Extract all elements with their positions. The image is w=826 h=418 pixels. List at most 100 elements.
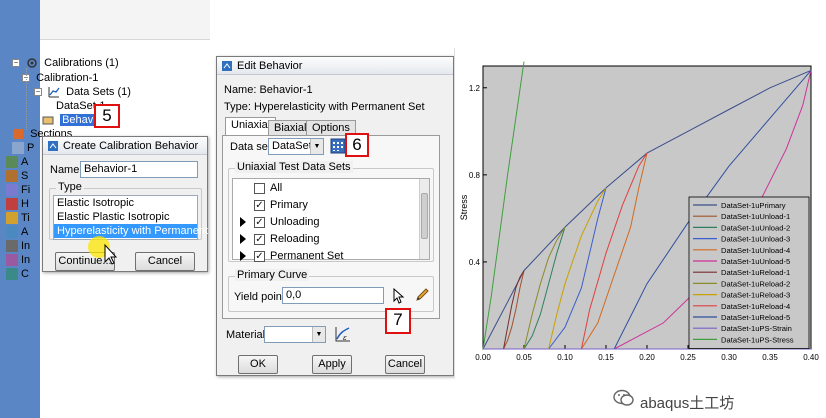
svg-text:ε: ε [343,334,347,342]
name-input[interactable]: Behavior-1 [80,161,198,178]
dataset-check-unloading[interactable]: ✓ Unloading [240,214,320,230]
scrollbar-thumb[interactable] [421,193,428,239]
material-curve-icon[interactable]: ε [334,325,352,343]
type-list[interactable]: Elastic Isotropic Elastic Plastic Isotro… [53,195,228,240]
legend-entry: DataSet-1uReload-4 [721,302,790,311]
x-tick-label: 0.25 [680,353,696,362]
checkbox[interactable]: ✓ [254,250,265,262]
y-tick-label: 1.2 [469,84,481,93]
legend-entry: DataSet-1uUnload-2 [721,223,790,232]
tree-item-partial[interactable]: In [6,239,30,253]
yield-point-input[interactable]: 0,0 [282,287,384,304]
tree-item-calibration-1[interactable]: − Calibration-1 [22,71,98,85]
tree-item-datasets[interactable]: − Data Sets (1) [34,85,131,99]
cancel-button[interactable]: Cancel [385,355,425,374]
material-select[interactable]: ▼ [264,326,326,343]
expand-arrow-icon[interactable] [240,217,246,228]
expand-arrow-icon[interactable] [240,251,246,262]
dataset-check-permanent-set[interactable]: ✓ Permanent Set [240,248,343,264]
tree-node-icon [6,226,18,239]
dataset-select[interactable]: DataSet-1 ▼ [268,138,324,155]
type-item-hyperelasticity-permanent-set[interactable]: Hyperelasticity with Permanent Set [54,224,228,238]
checkbox[interactable]: ✓ [254,199,265,211]
x-tick-label: 0.35 [762,353,778,362]
dataset-check-all[interactable]: All [254,180,282,196]
app-icon [48,141,58,151]
chevron-down-icon[interactable]: ▼ [312,327,325,342]
dialog-titlebar: Create Calibration Behavior [43,137,207,155]
tree-node-icon [6,254,18,267]
name-label: Name: [50,164,83,176]
cursor-highlight [88,236,118,265]
tree-node-icon [12,142,24,155]
behavior-icon [42,116,54,125]
x-tick-label: 0.30 [721,353,737,362]
cancel-button[interactable]: Cancel [135,252,195,271]
legend-entry: DataSet-1uReload-2 [721,279,790,288]
tree-item-partial[interactable]: C [6,267,29,281]
collapse-icon[interactable]: − [34,88,42,97]
dataset-manager-icon[interactable] [330,138,346,154]
legend-entry: DataSet-1uUnload-1 [721,212,790,221]
tree-node-icon [6,198,18,211]
apply-button[interactable]: Apply [312,355,352,374]
dialog-titlebar: Edit Behavior [217,57,453,75]
pick-cursor-icon[interactable] [393,288,405,304]
type-item-elastic-plastic-isotropic[interactable]: Elastic Plastic Isotropic [54,210,197,224]
material-label: Material: [226,329,269,341]
legend-entry: DataSet-1uUnload-5 [721,257,790,266]
legend-entry: DataSet-1uReload-3 [721,291,790,300]
checkbox[interactable]: ✓ [254,216,265,228]
dataset-check-reloading[interactable]: ✓ Reloading [240,231,320,247]
tree-node-icon [6,170,18,183]
tree-item-partial[interactable]: S [6,169,28,183]
tree-node-icon [6,240,18,253]
y-tick-label: 0.8 [469,171,481,180]
x-tick-label: 0.00 [475,353,491,362]
tree-item-calibrations[interactable]: − Calibrations (1) [12,56,119,70]
behavior-type-text: Type: Hyperelasticity with Permanent Set [224,101,425,113]
legend-entry: DataSet-1uReload-5 [721,313,790,322]
calibration-icon [27,58,37,68]
list-scrollbar[interactable] [419,179,429,259]
app-icon [222,61,232,71]
x-tick-label: 0.10 [557,353,573,362]
type-item-elastic-isotropic[interactable]: Elastic Isotropic [54,196,197,210]
yield-point-label: Yield point: [234,291,289,303]
legend-entry: DataSet-1uPS-Stress [721,335,794,344]
tree-item-partial[interactable]: Ti [6,211,30,225]
ok-button[interactable]: OK [238,355,278,374]
collapse-icon[interactable]: − [12,59,20,68]
checkbox[interactable]: ✓ [254,233,265,245]
chevron-down-icon[interactable]: ▼ [310,139,323,154]
tree-item-partial[interactable]: H [6,197,29,211]
behavior-name-text: Name: Behavior-1 [224,84,313,96]
xy-plot-viewport: 0.00 0.05 0.10 0.15 0.20 0.25 0.30 0.35 0.40 0.4 0… [454,48,826,378]
expand-arrow-icon[interactable] [240,234,246,245]
legend-entry: DataSet-1uReload-1 [721,268,790,277]
y-axis-label: Stress [459,194,469,220]
xy-data-icon [48,87,60,98]
x-tick-label: 0.05 [516,353,532,362]
checkbox[interactable] [254,182,265,194]
tree-node-icon [6,156,18,169]
legend-entry: DataSet-1uPS-Strain [721,324,792,333]
x-tick-label: 0.20 [639,353,655,362]
y-tick-label: 0.4 [469,258,481,267]
legend-entry: DataSet-1uUnload-4 [721,246,790,255]
callout-6: 6 [345,133,369,157]
create-calibration-behavior-dialog: Create Calibration Behavior Name: Behavi… [42,136,228,272]
tree-item-partial[interactable]: In [6,253,30,267]
watermark-text: abaqus土工坊 [640,395,735,412]
legend-entry: DataSet-1uPrimary [721,201,786,210]
tree-item-partial[interactable]: A [6,225,28,239]
tree-node-icon [6,268,18,281]
tree-item-partial[interactable]: P [12,141,34,155]
pencil-icon[interactable] [414,287,430,303]
tree-item-partial[interactable]: A [6,155,28,169]
dataset-check-primary[interactable]: ✓ Primary [254,197,308,213]
tree-item-partial[interactable]: Fi [6,183,30,197]
legend-entry: DataSet-1uUnload-3 [721,235,790,244]
tree-node-icon [6,212,18,225]
toolbar-panel [40,0,210,40]
